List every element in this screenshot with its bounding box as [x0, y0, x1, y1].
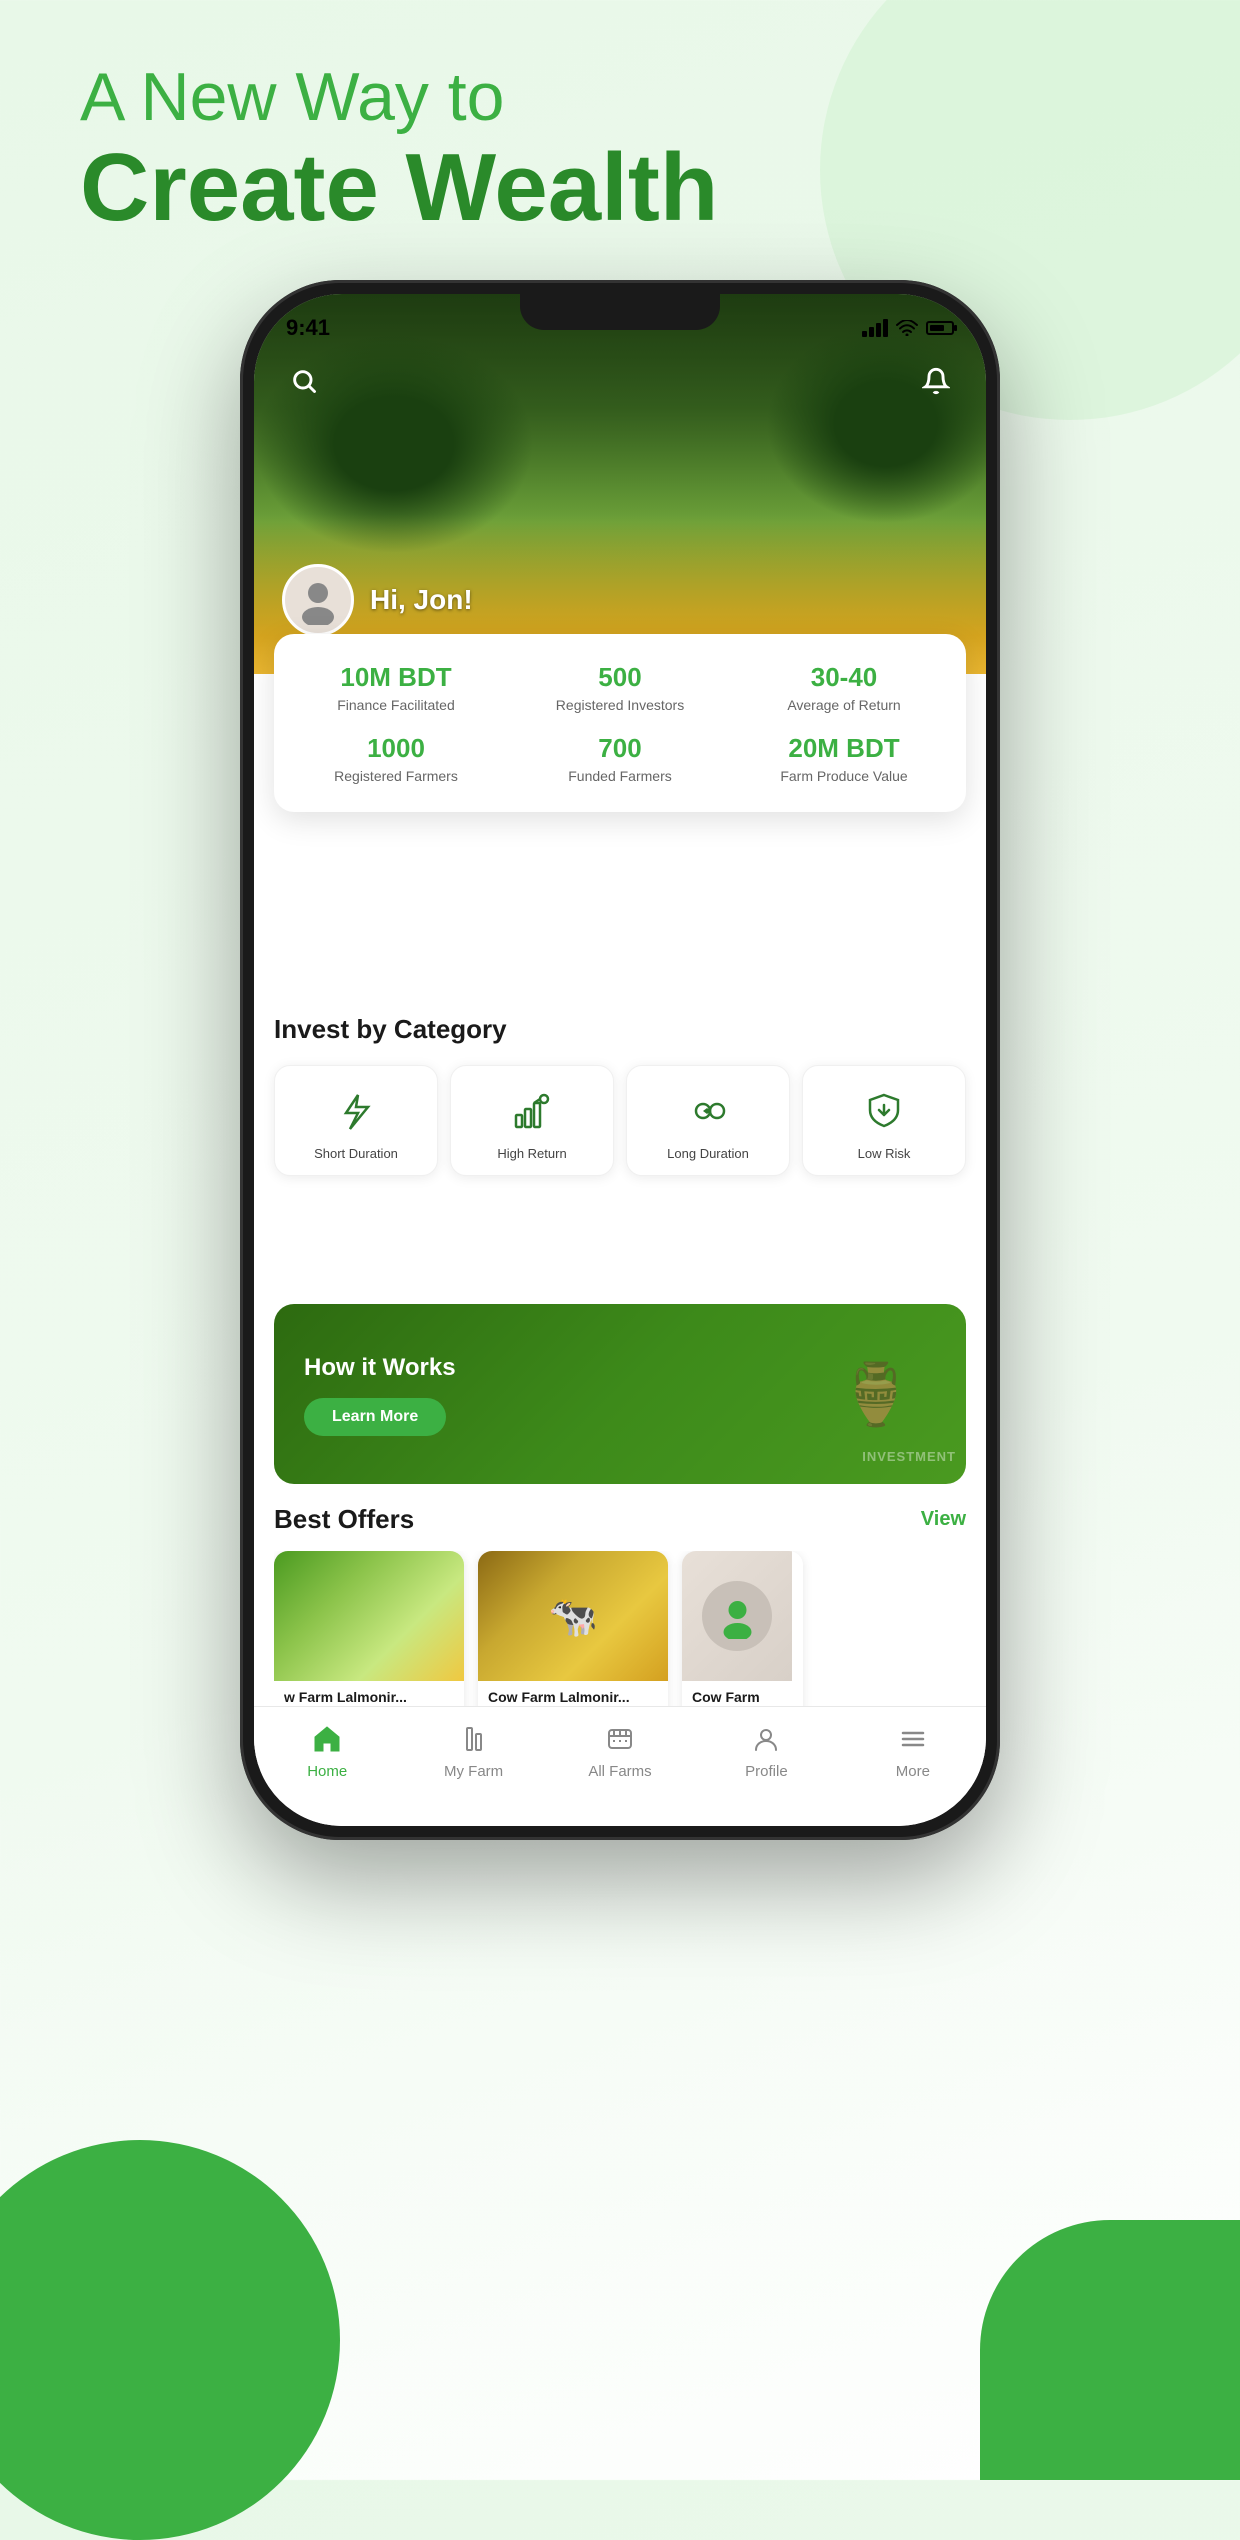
stat-value-5: 20M BDT [742, 733, 946, 764]
screen-content: 9:41 [254, 294, 986, 1826]
offer-name-1: Cow Farm Lalmonir... [488, 1689, 658, 1705]
stat-label-0: Finance Facilitated [294, 697, 498, 713]
category-long-duration[interactable]: Long Duration [626, 1065, 790, 1176]
nav-myfarm[interactable]: My Farm [400, 1721, 546, 1780]
allfarms-icon [605, 1724, 635, 1754]
nav-more[interactable]: More [840, 1721, 986, 1780]
stat-label-4: Funded Farmers [518, 768, 722, 784]
category-high-return[interactable]: High Return [450, 1065, 614, 1176]
stat-label-1: Registered Investors [518, 697, 722, 713]
phone-notch [520, 294, 720, 330]
category-short-duration[interactable]: Short Duration [274, 1065, 438, 1176]
best-offers-title: Best Offers [274, 1504, 414, 1535]
investment-label: INVESTMENT [862, 1449, 956, 1464]
stat-item-4: 700 Funded Farmers [518, 733, 722, 784]
stat-item-5: 20M BDT Farm Produce Value [742, 733, 946, 784]
stat-label-3: Registered Farmers [294, 768, 498, 784]
nav-home[interactable]: Home [254, 1721, 400, 1780]
nav-allfarms-label: All Farms [588, 1763, 651, 1780]
nav-profile-label: Profile [745, 1763, 788, 1780]
offers-grid: w Farm Lalmonir... 00,000 BDT/acr... 🐄 C… [274, 1551, 966, 1728]
offer-name-2: Cow Farm [692, 1689, 793, 1705]
header-section: A New Way to Create Wealth [80, 60, 718, 240]
stat-item-1: 500 Registered Investors [518, 662, 722, 713]
stats-grid: 10M BDT Finance Facilitated 500 Register… [294, 662, 946, 784]
stat-value-3: 1000 [294, 733, 498, 764]
infinity-icon [683, 1086, 733, 1136]
header-subtitle: A New Way to [80, 60, 718, 135]
avatar-person-icon [293, 575, 343, 625]
nav-allfarms[interactable]: All Farms [547, 1721, 693, 1780]
user-greeting: Hi, Jon! [282, 564, 473, 636]
best-offers-section: Best Offers View w Farm Lalmonir... 00,0… [274, 1504, 966, 1728]
nav-profile[interactable]: Profile [693, 1721, 839, 1780]
offer-name-0: w Farm Lalmonir... [284, 1689, 454, 1705]
offer-card-0[interactable]: w Farm Lalmonir... 00,000 BDT/acr... [274, 1551, 464, 1728]
corner-decoration [980, 2220, 1240, 2480]
offer-image-1: 🐄 [478, 1551, 668, 1681]
offer-card-1[interactable]: 🐄 Cow Farm Lalmonir... 00,000 BDT/acr... [478, 1551, 668, 1728]
chart-icon [507, 1086, 557, 1136]
category-low-risk[interactable]: Low Risk [802, 1065, 966, 1176]
category-label-1: High Return [461, 1146, 603, 1161]
status-time: 9:41 [286, 315, 330, 341]
learn-more-button[interactable]: Learn More [304, 1398, 446, 1436]
stat-value-1: 500 [518, 662, 722, 693]
offer-card-2[interactable]: Cow Farm 00,000 BDT/acr... [682, 1551, 803, 1728]
bolt-icon [331, 1086, 381, 1136]
view-all-link[interactable]: View [921, 1508, 966, 1531]
bottom-navigation: Home My Farm [254, 1706, 986, 1826]
greeting-text: Hi, Jon! [370, 584, 473, 616]
more-icon [898, 1724, 928, 1754]
category-label-2: Long Duration [637, 1146, 779, 1161]
stat-item-0: 10M BDT Finance Facilitated [294, 662, 498, 713]
stat-label-5: Farm Produce Value [742, 768, 946, 784]
nav-home-label: Home [307, 1763, 347, 1780]
header-title: Create Wealth [80, 135, 718, 241]
phone-mockup: 9:41 [240, 280, 1000, 1840]
home-icon [312, 1724, 342, 1754]
offer-image-0 [274, 1551, 464, 1681]
stat-item-3: 1000 Registered Farmers [294, 733, 498, 784]
person-icon [715, 1594, 760, 1639]
battery-icon [926, 321, 954, 335]
nav-more-label: More [896, 1763, 930, 1780]
bg-decoration-bottom [0, 2140, 340, 2540]
shield-down-icon [859, 1086, 909, 1136]
nav-myfarm-label: My Farm [444, 1763, 503, 1780]
wifi-icon [896, 320, 918, 336]
stat-value-2: 30-40 [742, 662, 946, 693]
category-grid: Short Duration [274, 1065, 966, 1176]
category-label-0: Short Duration [285, 1146, 427, 1161]
stat-item-2: 30-40 Average of Return [742, 662, 946, 713]
stat-value-0: 10M BDT [294, 662, 498, 693]
category-label-3: Low Risk [813, 1146, 955, 1161]
search-button[interactable] [282, 359, 326, 403]
phone-inner: 9:41 [254, 294, 986, 1826]
how-it-works-banner: How it Works Learn More 🏺 INVESTMENT [274, 1304, 966, 1484]
category-section: Invest by Category Short Duration [274, 1014, 966, 1176]
status-icons [862, 319, 954, 337]
bell-icon [922, 367, 950, 395]
signal-icon [862, 319, 888, 337]
offer-image-2 [682, 1551, 792, 1681]
search-icon [290, 367, 318, 395]
how-it-works-title: How it Works [304, 1352, 786, 1383]
how-it-works-visual: 🏺 INVESTMENT [786, 1304, 966, 1484]
invest-by-category-title: Invest by Category [274, 1014, 966, 1045]
stat-value-4: 700 [518, 733, 722, 764]
top-bar [254, 359, 986, 403]
offers-header: Best Offers View [274, 1504, 966, 1535]
profile-icon [751, 1724, 781, 1754]
stat-label-2: Average of Return [742, 697, 946, 713]
myfarm-icon [459, 1724, 489, 1754]
avatar [282, 564, 354, 636]
notification-button[interactable] [914, 359, 958, 403]
stats-card: 10M BDT Finance Facilitated 500 Register… [274, 634, 966, 812]
phone-outer: 9:41 [240, 280, 1000, 1840]
